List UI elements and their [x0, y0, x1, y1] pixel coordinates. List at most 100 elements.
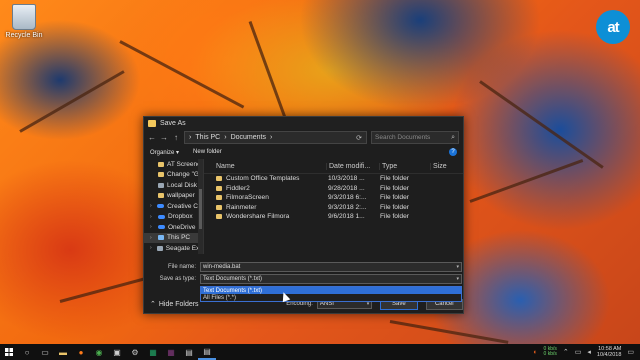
file-name-field[interactable]: win-media.bat ▾ [200, 262, 462, 272]
nav-item-label: wallpaper [167, 192, 195, 200]
save-as-type-value: Text Documents (*.txt) [203, 276, 263, 282]
breadcrumb-this-pc[interactable]: This PC [195, 134, 220, 141]
file-date: 9/3/2018 2:... [328, 203, 367, 211]
breadcrumb-separator: › [224, 134, 227, 141]
file-name: FilmoraScreen [226, 194, 269, 202]
network-rate: 0 kb/s 0 kb/s [544, 347, 557, 357]
volume-icon[interactable]: ◂ [587, 348, 591, 356]
photos-icon[interactable]: ▣ [108, 344, 126, 360]
file-list-header: Name Date modifi... Type Size [204, 159, 463, 174]
table-row[interactable]: Custom Office Templates 10/3/2018 ... Fi… [204, 174, 463, 184]
app-icon[interactable]: ▤ [180, 344, 198, 360]
settings-icon[interactable]: ⚙ [126, 344, 144, 360]
file-type: File folder [380, 175, 409, 183]
help-icon[interactable]: ? [449, 148, 457, 156]
up-arrow-icon[interactable]: ↑ [172, 133, 180, 142]
file-date: 9/3/2018 6:... [328, 194, 367, 202]
search-input[interactable]: Search Documents ⌕ [371, 131, 459, 144]
file-type: File folder [380, 184, 409, 192]
forward-arrow-icon[interactable]: → [160, 133, 168, 142]
dropbox-icon [158, 214, 165, 219]
chevron-up-icon: ⌃ [150, 301, 156, 308]
file-name-value: win-media.bat [203, 264, 241, 270]
navigation-pane: AT Screenc Change "Go Local Disk ( wallp… [144, 159, 204, 254]
folder-icon [158, 193, 164, 199]
file-name: Fiddler2 [226, 184, 250, 192]
dialog-footer: File name: win-media.bat ▾ Save as type:… [144, 262, 463, 302]
firefox-icon[interactable]: ● [72, 344, 90, 360]
clock-date: 10/4/2018 [596, 352, 622, 358]
address-path-box[interactable]: › This PC › Documents › ⟳ [184, 131, 367, 144]
chrome-icon[interactable]: ◉ [90, 344, 108, 360]
table-row[interactable]: Wondershare Filmora 9/6/2018 1... File f… [204, 212, 463, 222]
save-as-dialog: Save As ← → ↑ › This PC › Documents › ⟳ … [143, 116, 464, 314]
nav-item-label: OneDrive [168, 223, 196, 231]
table-row[interactable]: FilmoraScreen 9/3/2018 6:... File folder [204, 193, 463, 203]
notifications-icon[interactable]: ▭ [627, 348, 634, 356]
onedrive-icon [158, 225, 165, 230]
excel-icon[interactable]: ▦ [144, 344, 162, 360]
folder-icon [216, 214, 222, 220]
nav-item-local-disk[interactable]: Local Disk ( [144, 180, 203, 191]
onenote-icon[interactable]: ▦ [162, 344, 180, 360]
column-size[interactable]: Size [430, 162, 463, 170]
nav-item-label: Dropbox [168, 213, 193, 221]
brand-logo: at [596, 10, 630, 44]
notepad-taskbar-icon[interactable]: ▤ [198, 344, 216, 360]
nav-scroll-thumb[interactable] [199, 189, 202, 229]
file-name: Custom Office Templates [226, 175, 300, 183]
file-explorer-icon[interactable]: ▬ [54, 344, 72, 360]
recycle-bin-desktop-icon[interactable]: Recycle Bin [2, 4, 46, 39]
column-date-modified[interactable]: Date modifi... [326, 162, 379, 170]
nav-item-label: This PC [167, 234, 191, 242]
organize-menu-button[interactable]: Organize ▾ [150, 149, 179, 156]
column-type[interactable]: Type [379, 162, 430, 170]
nav-item-this-pc[interactable]: › This PC [144, 232, 203, 243]
chevron-down-icon[interactable]: ▾ [456, 276, 461, 282]
folder-icon [216, 185, 222, 191]
table-row[interactable]: Rainmeter 9/3/2018 2:... File folder [204, 203, 463, 213]
dropdown-option-text-documents[interactable]: Text Documents (*.txt) [201, 287, 461, 294]
chevron-up-icon[interactable]: ⌃ [563, 348, 569, 356]
new-folder-button[interactable]: New folder [193, 149, 222, 155]
nav-scrollbar[interactable] [198, 159, 203, 254]
network-icon[interactable]: ▭ [575, 348, 582, 356]
nav-item-creative-cloud[interactable]: › Creative Clo [144, 201, 203, 212]
nav-item-label: Local Disk ( [167, 181, 201, 189]
file-date: 9/28/2018 ... [328, 184, 365, 192]
address-bar: ← → ↑ › This PC › Documents › ⟳ Search D… [144, 130, 463, 145]
system-tray: ◐ 0 kb/s 0 kb/s ⌃ ▭ ◂ 10:58 AM 10/4/2018… [533, 346, 640, 358]
drive-icon [156, 245, 163, 251]
back-arrow-icon[interactable]: ← [148, 133, 156, 142]
folder-icon [158, 161, 164, 167]
taskbar: ○ ▭ ▬ ● ◉ ▣ ⚙ ▦ ▦ ▤ ▤ ◐ 0 kb/s 0 kb/s ⌃ … [0, 344, 640, 360]
nav-item-at-screenc[interactable]: AT Screenc [144, 159, 203, 170]
cloud-icon [157, 204, 165, 209]
file-date: 10/3/2018 ... [328, 175, 365, 183]
nav-item-label: AT Screenc [167, 160, 201, 168]
refresh-icon[interactable]: ⟳ [356, 134, 362, 142]
task-view-icon[interactable]: ▭ [36, 344, 54, 360]
clock[interactable]: 10:58 AM 10/4/2018 [597, 346, 621, 358]
nav-item-seagate[interactable]: › Seagate Exp [144, 243, 203, 254]
notepad-icon [148, 120, 156, 127]
pc-icon [158, 235, 164, 241]
save-as-type-select[interactable]: Text Documents (*.txt) ▾ [200, 274, 462, 284]
nav-item-dropbox[interactable]: › Dropbox [144, 212, 203, 223]
folder-icon [216, 204, 222, 210]
command-toolbar: Organize ▾ New folder ? [144, 145, 463, 159]
dialog-titlebar[interactable]: Save As [144, 117, 463, 130]
folder-icon [158, 172, 164, 178]
column-name[interactable]: Name [204, 163, 326, 170]
nav-item-change-go[interactable]: Change "Go [144, 170, 203, 181]
table-row[interactable]: Fiddler2 9/28/2018 ... File folder [204, 184, 463, 194]
nav-item-onedrive[interactable]: › OneDrive [144, 222, 203, 233]
dropdown-option-all-files[interactable]: All Files (*.*) [201, 294, 461, 301]
nav-item-wallpaper[interactable]: wallpaper [144, 191, 203, 202]
chevron-down-icon[interactable]: ▾ [456, 264, 461, 270]
start-button[interactable] [0, 344, 18, 360]
breadcrumb-documents[interactable]: Documents [231, 134, 266, 141]
cpu-meter-icon[interactable]: ◐ [533, 349, 537, 356]
search-taskbar-icon[interactable]: ○ [18, 344, 36, 360]
windows-logo-icon [5, 348, 13, 356]
